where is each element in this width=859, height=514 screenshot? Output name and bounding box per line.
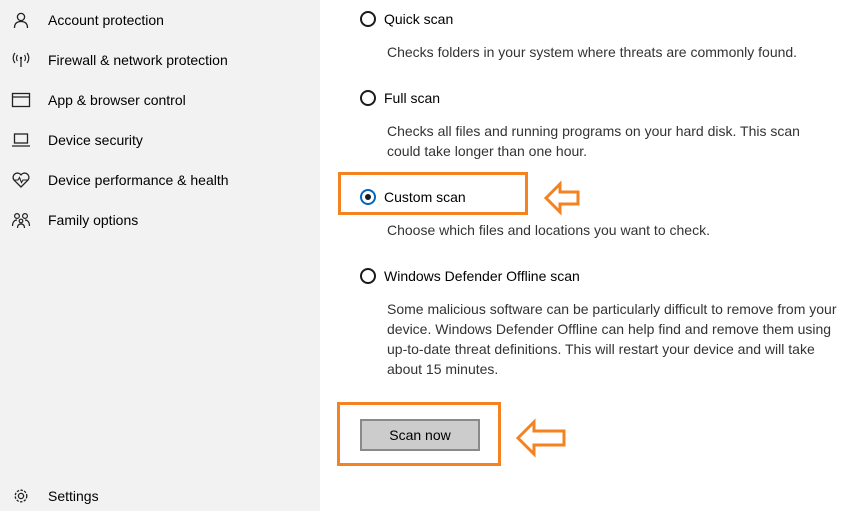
person-icon bbox=[10, 9, 32, 31]
radio-button[interactable] bbox=[360, 268, 376, 284]
heart-pulse-icon bbox=[10, 169, 32, 191]
sidebar-item-label: Device performance & health bbox=[48, 172, 229, 188]
custom-scan-description: Choose which files and locations you wan… bbox=[387, 222, 710, 238]
sidebar-item-label: Device security bbox=[48, 132, 143, 148]
settings-label: Settings bbox=[48, 488, 99, 504]
sidebar-item-label: App & browser control bbox=[48, 92, 186, 108]
full-scan-label: Full scan bbox=[384, 90, 441, 106]
custom-scan-radio[interactable]: Custom scan bbox=[360, 186, 466, 208]
sidebar-item-app-browser-control[interactable]: App & browser control bbox=[0, 82, 320, 118]
sidebar-item-account-protection[interactable]: Account protection bbox=[0, 2, 320, 38]
sidebar-item-label: Firewall & network protection bbox=[48, 52, 228, 68]
wireless-icon bbox=[10, 49, 32, 71]
sidebar: Account protection Firewall & network pr… bbox=[0, 0, 320, 511]
offline-scan-description: Some malicious software can be particula… bbox=[387, 301, 837, 377]
radio-button[interactable] bbox=[360, 90, 376, 106]
quick-scan-radio[interactable]: Quick scan bbox=[360, 8, 453, 30]
sidebar-item-settings[interactable]: Settings bbox=[0, 478, 320, 514]
sidebar-item-label: Family options bbox=[48, 212, 139, 228]
sidebar-item-firewall[interactable]: Firewall & network protection bbox=[0, 42, 320, 78]
full-scan-description: Checks all files and running programs on… bbox=[387, 123, 800, 159]
sidebar-item-device-performance[interactable]: Device performance & health bbox=[0, 162, 320, 198]
sidebar-item-label: Account protection bbox=[48, 12, 164, 28]
family-icon bbox=[10, 209, 32, 231]
offline-scan-radio[interactable]: Windows Defender Offline scan bbox=[360, 265, 580, 287]
quick-scan-description: Checks folders in your system where thre… bbox=[387, 44, 798, 60]
sidebar-item-device-security[interactable]: Device security bbox=[0, 122, 320, 158]
scan-now-button[interactable]: Scan now bbox=[360, 419, 480, 451]
gear-icon bbox=[10, 485, 32, 507]
laptop-icon bbox=[10, 129, 32, 151]
full-scan-radio[interactable]: Full scan bbox=[360, 87, 440, 109]
quick-scan-label: Quick scan bbox=[384, 11, 454, 27]
offline-scan-label: Windows Defender Offline scan bbox=[384, 268, 580, 284]
radio-button[interactable] bbox=[360, 11, 376, 27]
browser-window-icon bbox=[10, 89, 32, 111]
radio-button-selected[interactable] bbox=[360, 189, 376, 205]
custom-scan-label: Custom scan bbox=[384, 189, 466, 205]
sidebar-item-family-options[interactable]: Family options bbox=[0, 202, 320, 238]
